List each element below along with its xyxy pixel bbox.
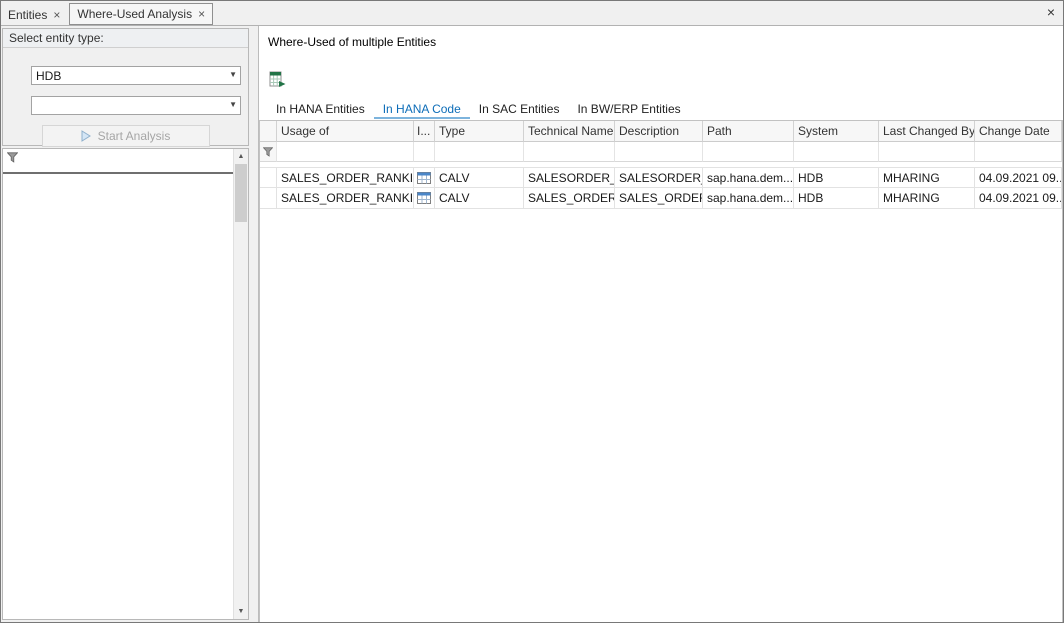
panel-title: Where-Used of multiple Entities bbox=[268, 35, 436, 49]
tab-where-used-label: Where-Used Analysis bbox=[77, 7, 192, 21]
tab-where-used-analysis[interactable]: Where-Used Analysis × bbox=[69, 3, 213, 25]
close-document-icon[interactable]: × bbox=[1047, 5, 1055, 19]
cell-type: CALV bbox=[435, 188, 524, 209]
col-header-path[interactable]: Path bbox=[703, 121, 794, 142]
cell-change-date: 04.09.2021 09... bbox=[975, 167, 1062, 188]
entity-type-select[interactable]: HDB ▼ bbox=[31, 66, 241, 85]
chevron-down-icon: ▼ bbox=[229, 100, 237, 109]
select-entity-type-group: Select entity type: HDB ▼ ▼ Start Analys… bbox=[2, 28, 249, 146]
where-used-result-panel: Where-Used of multiple Entities In HANA … bbox=[258, 26, 1063, 622]
start-analysis-button[interactable]: Start Analysis bbox=[42, 125, 210, 147]
filter-funnel-icon[interactable] bbox=[260, 142, 277, 162]
cell-system: HDB bbox=[794, 167, 879, 188]
app-window: Entities × Where-Used Analysis × × Selec… bbox=[0, 0, 1064, 623]
cell-system: HDB bbox=[794, 188, 879, 209]
row-indicator bbox=[260, 188, 277, 209]
table-row[interactable]: SALES_ORDER_RANKING CALV SALESORDER_... … bbox=[260, 167, 1062, 188]
result-tab-strip: In HANA Entities In HANA Code In SAC Ent… bbox=[267, 99, 1055, 119]
col-header-type[interactable]: Type bbox=[435, 121, 524, 142]
col-header-icon[interactable]: I... bbox=[414, 121, 435, 142]
cell-type: CALV bbox=[435, 167, 524, 188]
document-tab-bar: Entities × Where-Used Analysis × × bbox=[1, 1, 1063, 26]
filter-input-usage-of[interactable] bbox=[277, 142, 414, 162]
filter-input-change-date[interactable] bbox=[975, 142, 1062, 162]
where-used-grid: Usage of I... Type Technical Name Descri… bbox=[259, 120, 1063, 622]
play-icon bbox=[81, 130, 91, 142]
calculation-view-icon bbox=[414, 188, 435, 209]
entity-result-list: ▲ ▼ bbox=[2, 148, 249, 620]
scroll-up-icon[interactable]: ▲ bbox=[234, 149, 248, 164]
table-row[interactable]: SALES_ORDER_RANKING CALV SALES_ORDER... … bbox=[260, 188, 1062, 209]
col-header-last-changed-by[interactable]: Last Changed By bbox=[879, 121, 975, 142]
cell-last-changed-by: MHARING bbox=[879, 188, 975, 209]
filter-input-icon[interactable] bbox=[414, 142, 435, 162]
col-header-description[interactable]: Description bbox=[615, 121, 703, 142]
tab-in-hana-code[interactable]: In HANA Code bbox=[374, 99, 470, 119]
filter-input-type[interactable] bbox=[435, 142, 524, 162]
grid-filter-row bbox=[260, 142, 1062, 162]
cell-last-changed-by: MHARING bbox=[879, 167, 975, 188]
entity-selection-panel: Select entity type: HDB ▼ ▼ Start Analys… bbox=[1, 26, 251, 622]
tab-in-sac-entities[interactable]: In SAC Entities bbox=[470, 99, 569, 119]
tab-entities[interactable]: Entities × bbox=[1, 4, 67, 25]
filter-funnel-icon[interactable] bbox=[7, 152, 18, 166]
cell-description: SALES_ORDER... bbox=[615, 188, 703, 209]
col-header-system[interactable]: System bbox=[794, 121, 879, 142]
filter-input-last-changed-by[interactable] bbox=[879, 142, 975, 162]
entity-list-scrollbar[interactable]: ▲ ▼ bbox=[233, 149, 248, 619]
cell-path: sap.hana.dem... bbox=[703, 188, 794, 209]
row-indicator bbox=[260, 167, 277, 188]
tab-in-bw-erp-entities[interactable]: In BW/ERP Entities bbox=[568, 99, 689, 119]
scrollbar-thumb[interactable] bbox=[235, 164, 247, 222]
col-header-technical-name[interactable]: Technical Name bbox=[524, 121, 615, 142]
filter-input-description[interactable] bbox=[615, 142, 703, 162]
tab-in-hana-entities[interactable]: In HANA Entities bbox=[267, 99, 374, 119]
cell-description: SALESORDER_... bbox=[615, 167, 703, 188]
tab-entities-label: Entities bbox=[8, 8, 47, 22]
grid-header-row: Usage of I... Type Technical Name Descri… bbox=[260, 121, 1062, 142]
chevron-down-icon: ▼ bbox=[229, 70, 237, 79]
tab-where-used-close-icon[interactable]: × bbox=[198, 8, 205, 20]
export-excel-icon[interactable] bbox=[267, 70, 287, 88]
cell-usage-of: SALES_ORDER_RANKING bbox=[277, 188, 414, 209]
entity-list-header bbox=[3, 149, 233, 174]
entity-type-value: HDB bbox=[36, 69, 61, 83]
filter-input-system[interactable] bbox=[794, 142, 879, 162]
cell-path: sap.hana.dem... bbox=[703, 167, 794, 188]
filter-input-technical-name[interactable] bbox=[524, 142, 615, 162]
cell-change-date: 04.09.2021 09... bbox=[975, 188, 1062, 209]
cell-technical-name: SALES_ORDER... bbox=[524, 188, 615, 209]
scroll-down-icon[interactable]: ▼ bbox=[234, 604, 248, 619]
col-header-change-date[interactable]: Change Date bbox=[975, 121, 1062, 142]
group-title: Select entity type: bbox=[3, 29, 248, 48]
cell-technical-name: SALESORDER_... bbox=[524, 167, 615, 188]
start-analysis-label: Start Analysis bbox=[98, 129, 171, 143]
cell-usage-of: SALES_ORDER_RANKING bbox=[277, 167, 414, 188]
entity-name-select[interactable]: ▼ bbox=[31, 96, 241, 115]
calculation-view-icon bbox=[414, 167, 435, 188]
col-header-usage-of[interactable]: Usage of bbox=[277, 121, 414, 142]
filter-input-path[interactable] bbox=[703, 142, 794, 162]
grid-indicator-header bbox=[260, 121, 277, 142]
tab-entities-close-icon[interactable]: × bbox=[53, 9, 60, 21]
